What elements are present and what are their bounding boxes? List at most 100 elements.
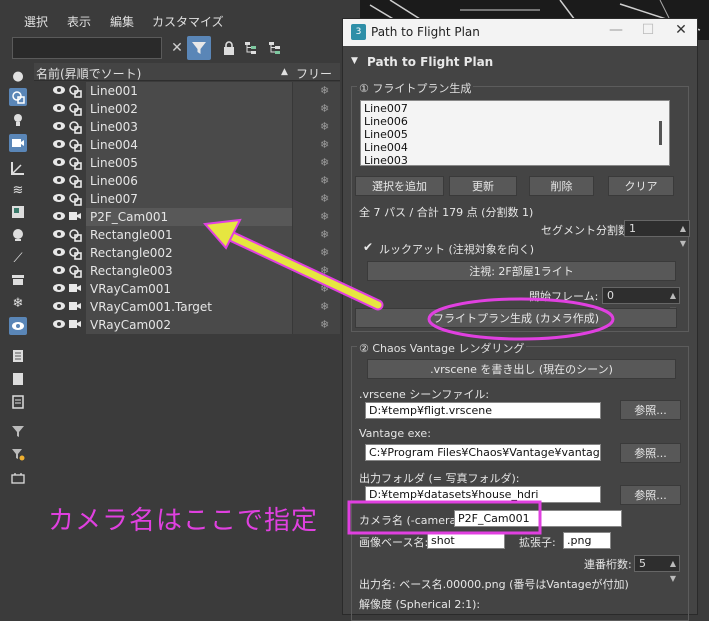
visibility-eye-icon[interactable]: [52, 228, 66, 242]
vrscene-path-field[interactable]: D:¥temp¥fligt.vrscene: [365, 402, 601, 419]
start-frame-spinner[interactable]: 0 ▲▼: [602, 287, 680, 315]
visibility-eye-icon[interactable]: [52, 156, 66, 170]
spacewarp-filter-icon[interactable]: ≋: [9, 181, 27, 199]
list-item[interactable]: Line003: [364, 154, 408, 167]
visibility-eye-icon[interactable]: [52, 282, 66, 296]
funnel-filter-icon[interactable]: [9, 422, 27, 440]
row-freeze-cell[interactable]: [292, 136, 340, 154]
list-item[interactable]: Line004: [364, 141, 408, 154]
explorer-row[interactable]: Line006 ❄: [34, 172, 340, 190]
freeze-snowflake-icon[interactable]: ❄: [320, 264, 329, 277]
delete-button[interactable]: 削除: [529, 176, 594, 196]
freeze-snowflake-icon[interactable]: ❄: [320, 120, 329, 133]
segment-count-spinner[interactable]: 1 ▲ ▼: [624, 220, 690, 248]
list-item[interactable]: Line007: [364, 102, 408, 115]
visibility-eye-icon[interactable]: [52, 264, 66, 278]
visibility-eye-icon[interactable]: [52, 174, 66, 188]
explorer-row[interactable]: Rectangle002 ❄: [34, 244, 340, 262]
shape-filter-icon[interactable]: [9, 88, 27, 106]
explorer-row[interactable]: Line007 ❄: [34, 190, 340, 208]
basename-field[interactable]: shot: [427, 532, 505, 549]
hidden-filter-icon[interactable]: [9, 317, 27, 335]
row-freeze-cell[interactable]: [292, 154, 340, 172]
generate-flight-plan-button[interactable]: フライトプラン生成 (カメラ作成): [355, 308, 677, 328]
row-freeze-cell[interactable]: [292, 262, 340, 280]
freeze-snowflake-icon[interactable]: ❄: [320, 102, 329, 115]
hierarchy-icon[interactable]: [239, 36, 263, 60]
freeze-snowflake-icon[interactable]: ❄: [320, 318, 329, 331]
camera-name-field[interactable]: P2F_Cam001: [454, 510, 622, 527]
row-freeze-cell[interactable]: [292, 82, 340, 100]
clear-button[interactable]: クリア: [608, 176, 674, 196]
helper-filter-icon[interactable]: [9, 159, 27, 177]
explorer-search-input[interactable]: [12, 37, 162, 59]
clear-search-icon[interactable]: ✕: [165, 36, 189, 60]
highlight-filter-icon[interactable]: [9, 445, 27, 463]
camera-filter-icon[interactable]: [9, 134, 27, 152]
freeze-snowflake-icon[interactable]: ❄: [320, 228, 329, 241]
row-freeze-cell[interactable]: [292, 100, 340, 118]
freeze-snowflake-icon[interactable]: ❄: [320, 300, 329, 313]
export-vrscene-button[interactable]: .vrscene を書き出し (現在のシーン): [367, 359, 676, 379]
minimize-button[interactable]: —: [601, 22, 631, 42]
visibility-eye-icon[interactable]: [52, 84, 66, 98]
explorer-row[interactable]: Line002 ❄: [34, 100, 340, 118]
menu-select[interactable]: 選択: [24, 13, 48, 30]
bone-filter-icon[interactable]: ⟋: [9, 249, 27, 267]
row-freeze-cell[interactable]: [292, 190, 340, 208]
vantage-exe-browse-button[interactable]: 参照...: [620, 443, 681, 463]
visibility-eye-icon[interactable]: [52, 210, 66, 224]
freeze-snowflake-icon[interactable]: ❄: [320, 138, 329, 151]
close-button[interactable]: ✕: [666, 22, 696, 42]
explorer-row[interactable]: P2F_Cam001 ❄: [34, 208, 340, 226]
dialog-titlebar[interactable]: 3 Path to Flight Plan — ☐ ✕: [343, 19, 697, 46]
freeze-snowflake-icon[interactable]: ❄: [320, 210, 329, 223]
menu-edit[interactable]: 編集: [110, 13, 134, 30]
explorer-row[interactable]: VRayCam001.Target ❄: [34, 298, 340, 316]
visibility-eye-icon[interactable]: [52, 120, 66, 134]
vantage-exe-path-field[interactable]: C:¥Program Files¥Chaos¥Vantage¥vantage.e…: [365, 444, 601, 461]
frozen-filter-icon[interactable]: ❄: [9, 294, 27, 312]
filter-icon[interactable]: [187, 36, 211, 60]
visibility-eye-icon[interactable]: [52, 138, 66, 152]
extension-field[interactable]: .png: [563, 532, 611, 549]
rollout-toggle-icon[interactable]: ▼: [351, 56, 358, 66]
document-filter-icon[interactable]: [9, 347, 27, 365]
vrscene-browse-button[interactable]: 参照...: [620, 400, 681, 420]
visibility-eye-icon[interactable]: [52, 192, 66, 206]
rollout-header[interactable]: ▼ Path to Flight Plan: [349, 52, 689, 72]
spinner-arrows-icon[interactable]: ▲▼: [680, 221, 686, 251]
row-freeze-cell[interactable]: [292, 172, 340, 190]
visibility-eye-icon[interactable]: [52, 300, 66, 314]
layer-hierarchy-icon[interactable]: [263, 36, 287, 60]
refresh-button[interactable]: 更新: [449, 176, 517, 196]
freeze-snowflake-icon[interactable]: ❄: [320, 192, 329, 205]
freeze-snowflake-icon[interactable]: ❄: [320, 282, 329, 295]
explorer-row[interactable]: Line001 ❄: [34, 82, 340, 100]
explorer-column-header[interactable]: 名前(昇順でソート) ▲ フリーズ: [34, 63, 340, 98]
menu-view[interactable]: 表示: [67, 13, 91, 30]
freeze-snowflake-icon[interactable]: ❄: [320, 84, 329, 97]
path-listbox[interactable]: Line007 Line006 Line005 Line004 Line003: [360, 100, 670, 167]
explorer-row[interactable]: Rectangle001 ❄: [34, 226, 340, 244]
sort-ascending-icon[interactable]: ▲: [281, 67, 288, 77]
row-freeze-cell[interactable]: [292, 226, 340, 244]
row-freeze-cell[interactable]: [292, 316, 340, 334]
name-column-header[interactable]: 名前(昇順でソート): [36, 65, 141, 82]
container-filter-icon[interactable]: [9, 271, 27, 289]
explorer-row[interactable]: VRayCam002 ❄: [34, 316, 340, 334]
batch-filter-icon[interactable]: [9, 469, 27, 487]
list-item[interactable]: Line005: [364, 128, 408, 141]
lock-icon[interactable]: [217, 36, 241, 60]
add-selection-button[interactable]: 選択を追加: [355, 176, 444, 196]
list-item[interactable]: Line006: [364, 115, 408, 128]
row-freeze-cell[interactable]: [292, 244, 340, 262]
explorer-row[interactable]: VRayCam001 ❄: [34, 280, 340, 298]
visibility-eye-icon[interactable]: [52, 318, 66, 332]
light-filter-icon[interactable]: [9, 111, 27, 129]
lookat-checkbox[interactable]: ✔: [363, 240, 377, 254]
row-freeze-cell[interactable]: [292, 280, 340, 298]
spinner-arrows-icon[interactable]: ▲▼: [670, 556, 676, 586]
lookat-target-button[interactable]: 注視: 2F部屋1ライト: [367, 261, 676, 281]
row-freeze-cell[interactable]: [292, 118, 340, 136]
